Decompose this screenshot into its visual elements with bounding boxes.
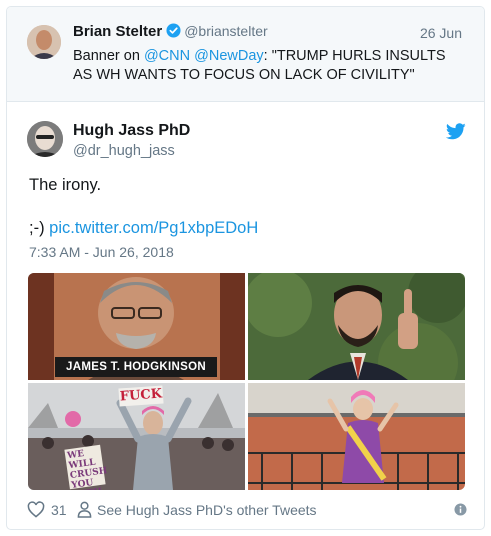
- tweet-footer: 31 See Hugh Jass PhD's other Tweets: [27, 500, 467, 520]
- tweet-media-grid[interactable]: JAMES T. HODGKINSON FUCK WE WILL CRUSH Y…: [28, 273, 465, 490]
- quoted-tweet-date[interactable]: 26 Jun: [420, 25, 462, 41]
- photo-hodgkinson[interactable]: JAMES T. HODGKINSON: [28, 273, 245, 380]
- protest-sign-left: WE WILL CRUSH YOU WITH: [64, 444, 108, 490]
- quoted-tweet-text: Banner on @CNN @NewDay: "TRUMP HURLS INS…: [73, 47, 465, 85]
- photo-protest-march[interactable]: FUCK WE WILL CRUSH YOU WITH: [28, 383, 245, 490]
- info-icon[interactable]: [454, 503, 467, 519]
- tweet-pic-link[interactable]: pic.twitter.com/Pg1xbpEDoH: [49, 219, 258, 237]
- verified-badge-icon: [166, 23, 181, 42]
- protest-sign: FUCK: [118, 385, 164, 407]
- author-name[interactable]: Hugh Jass PhD: [73, 122, 190, 140]
- twitter-bird-icon[interactable]: [445, 123, 466, 145]
- tweet-text-line1: The irony.: [29, 176, 102, 194]
- author-handle[interactable]: @dr_hugh_jass: [73, 143, 175, 159]
- avatar-hugh-jass[interactable]: [27, 121, 63, 157]
- tweet-emoticon: ;-): [29, 219, 50, 237]
- photo-middle-finger[interactable]: [248, 273, 465, 380]
- person-icon[interactable]: [77, 501, 92, 521]
- photo-caption: JAMES T. HODGKINSON: [55, 357, 217, 377]
- tweet-timestamp[interactable]: 7:33 AM - Jun 26, 2018: [29, 244, 174, 260]
- quoted-author-handle[interactable]: @brianstelter: [184, 23, 267, 39]
- mention-cnn[interactable]: @CNN: [144, 48, 190, 64]
- like-count[interactable]: 31: [51, 502, 67, 518]
- embedded-tweet-card[interactable]: Brian Stelter @brianstelter 26 Jun Banner…: [6, 6, 485, 530]
- avatar-brian-stelter[interactable]: [27, 25, 61, 59]
- photo-child-protest[interactable]: [248, 383, 465, 490]
- quoted-tweet[interactable]: Brian Stelter @brianstelter 26 Jun Banner…: [7, 7, 484, 102]
- tweet-text-line2: ;-) pic.twitter.com/Pg1xbpEDoH: [29, 219, 258, 238]
- mention-newday[interactable]: @NewDay: [194, 48, 264, 64]
- heart-icon[interactable]: [27, 501, 45, 521]
- other-tweets-link[interactable]: See Hugh Jass PhD's other Tweets: [97, 502, 317, 518]
- quoted-text-prefix: Banner on: [73, 48, 144, 64]
- quoted-author-name[interactable]: Brian Stelter: [73, 23, 162, 40]
